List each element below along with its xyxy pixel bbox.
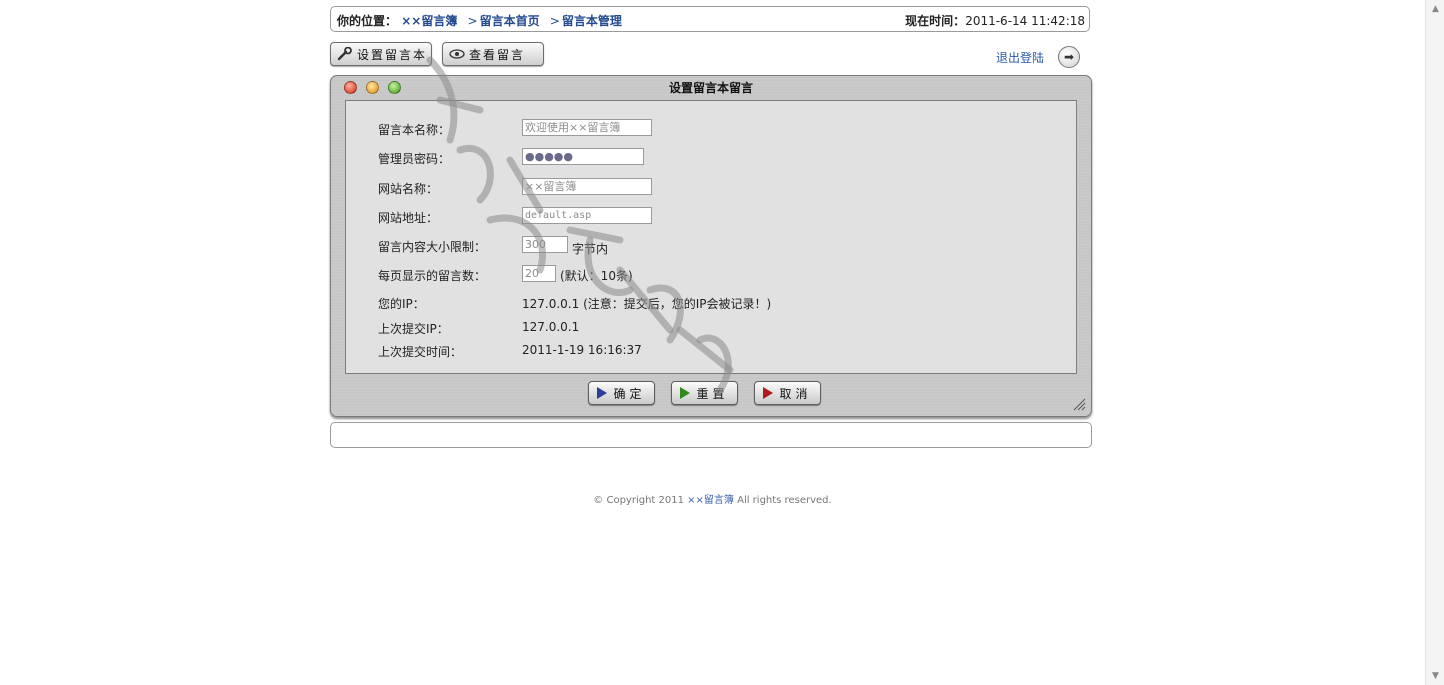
- field-label: 留言内容大小限制：: [378, 240, 487, 254]
- breadcrumb-link-home[interactable]: ××留言簿: [401, 14, 457, 28]
- copyright-prefix: © Copyright 2011: [593, 495, 688, 506]
- message-bar: [330, 422, 1092, 448]
- info-your-ip: 您的IP： 127.0.0.1 (注意：提交后，您的IP会被记录！): [378, 293, 1058, 313]
- info-label: 上次提交时间：: [378, 345, 463, 359]
- field-label: 网站名称：: [378, 182, 439, 196]
- last-ip-value: 127.0.0.1: [522, 320, 580, 334]
- guestbook-name-input[interactable]: 欢迎使用××留言簿: [522, 119, 652, 136]
- breadcrumb-bar: 你的位置： ××留言簿 > 留言本首页 > 留言本管理 现在时间：2011-6-14…: [330, 6, 1090, 32]
- breadcrumb-link-admin[interactable]: 留言本管理: [562, 14, 622, 28]
- field-label: 管理员密码：: [378, 152, 451, 166]
- cancel-button-label: 取消: [779, 386, 812, 401]
- field-label: 每页显示的留言数：: [378, 269, 487, 283]
- scroll-down-arrow-icon[interactable]: ▼: [1426, 668, 1444, 684]
- current-time-label: 现在时间：: [905, 14, 966, 28]
- resize-grip-icon[interactable]: [1072, 397, 1086, 411]
- settings-form: 留言本名称： 欢迎使用××留言簿 管理员密码： ●●●●● 网站名称： ××留言…: [345, 100, 1077, 374]
- breadcrumb-separator: >: [467, 14, 478, 28]
- content-limit-input[interactable]: 300: [522, 236, 568, 253]
- confirm-button-label: 确定: [613, 386, 646, 401]
- play-arrow-icon: [680, 387, 691, 399]
- copyright-footer: © Copyright 2011 ××留言簿 All rights reserv…: [0, 491, 1425, 506]
- reset-button[interactable]: 重置: [671, 381, 738, 405]
- site-name-input[interactable]: ××留言簿: [522, 178, 652, 195]
- info-last-ip: 上次提交IP： 127.0.0.1: [378, 318, 1058, 338]
- field-admin-password: 管理员密码： ●●●●●: [378, 148, 1058, 168]
- play-arrow-icon: [597, 387, 608, 399]
- scroll-up-arrow-icon[interactable]: ▲: [1426, 1, 1444, 17]
- play-arrow-icon: [763, 387, 774, 399]
- view-messages-button-label: 查看留言: [469, 47, 526, 62]
- info-last-time: 上次提交时间： 2011-1-19 16:16:37: [378, 341, 1058, 361]
- per-page-default-note: (默认：10条): [560, 269, 633, 283]
- view-messages-button[interactable]: 查看留言: [442, 42, 544, 66]
- field-guestbook-name: 留言本名称： 欢迎使用××留言簿: [378, 119, 1058, 139]
- settings-panel: 设置留言本留言 留言本名称： 欢迎使用××留言簿 管理员密码： ●●●●● 网站…: [330, 75, 1092, 417]
- info-label: 上次提交IP：: [378, 322, 449, 336]
- current-time-value: 2011-6-14 11:42:18: [965, 14, 1085, 28]
- logout-link[interactable]: 退出登陆: [996, 49, 1044, 66]
- reset-button-label: 重置: [696, 386, 729, 401]
- admin-password-input[interactable]: ●●●●●: [522, 148, 644, 165]
- wrench-icon: [337, 47, 352, 61]
- field-label: 网站地址：: [378, 211, 439, 225]
- field-content-limit: 留言内容大小限制： 300 字节内: [378, 236, 1058, 256]
- site-url-input[interactable]: default.asp: [522, 207, 652, 224]
- content-limit-unit: 字节内: [572, 242, 609, 256]
- breadcrumb-link-index[interactable]: 留言本首页: [480, 14, 540, 28]
- current-time: 现在时间：2011-6-14 11:42:18: [905, 12, 1085, 29]
- settings-button-label: 设置留言本: [357, 47, 428, 62]
- per-page-input[interactable]: 20: [522, 265, 556, 282]
- arrow-right-circle-icon[interactable]: ➡: [1058, 46, 1080, 68]
- eye-icon: [449, 49, 465, 59]
- footer-brand-link[interactable]: ××留言簿: [687, 495, 734, 506]
- your-ip-value: 127.0.0.1 (注意：提交后，您的IP会被记录！): [522, 297, 772, 311]
- breadcrumb-label: 你的位置：: [337, 14, 398, 28]
- breadcrumb: 你的位置： ××留言簿 > 留言本首页 > 留言本管理: [337, 12, 622, 29]
- settings-button[interactable]: 设置留言本: [330, 42, 432, 66]
- breadcrumb-separator: >: [549, 14, 560, 28]
- confirm-button[interactable]: 确定: [588, 381, 655, 405]
- info-label: 您的IP：: [378, 297, 425, 311]
- panel-title: 设置留言本留言: [668, 81, 753, 95]
- field-site-name: 网站名称： ××留言簿: [378, 178, 1058, 198]
- vertical-scrollbar[interactable]: ▲ ▼: [1425, 0, 1444, 685]
- field-label: 留言本名称：: [378, 123, 451, 137]
- field-per-page: 每页显示的留言数： 20 (默认：10条): [378, 265, 1058, 285]
- copyright-suffix: All rights reserved.: [733, 495, 832, 506]
- field-site-url: 网站地址： default.asp: [378, 207, 1058, 227]
- last-time-value: 2011-1-19 16:16:37: [522, 343, 642, 357]
- cancel-button[interactable]: 取消: [754, 381, 821, 405]
